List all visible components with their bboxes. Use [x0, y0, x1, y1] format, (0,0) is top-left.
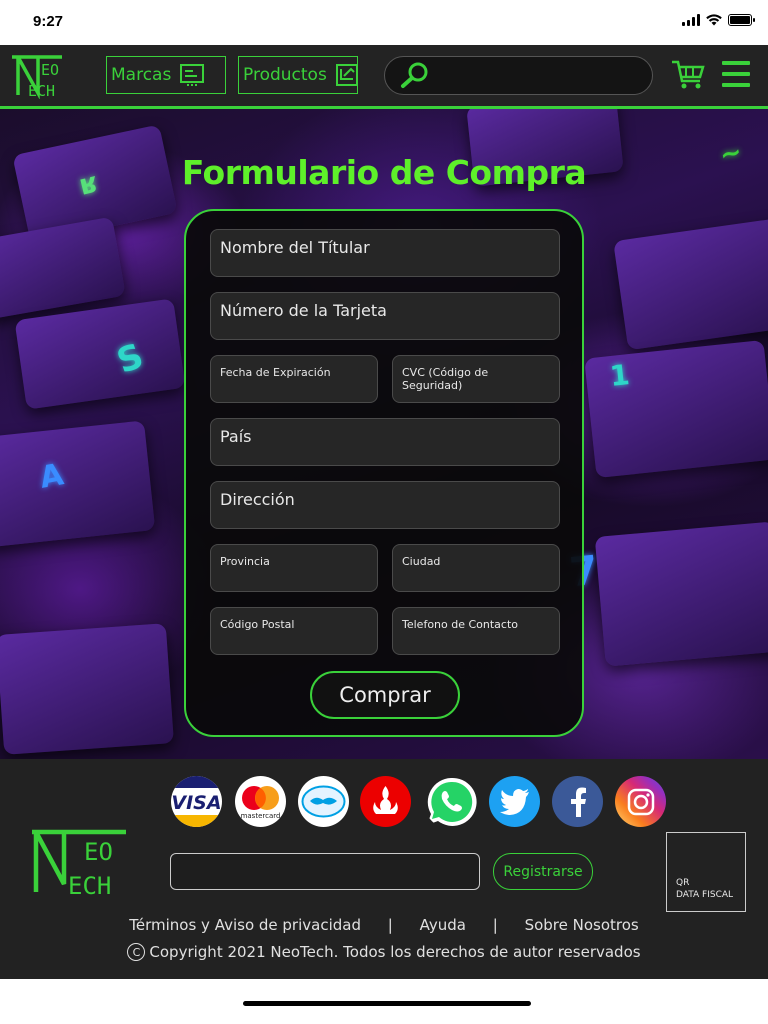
copyright-icon: C	[127, 943, 146, 961]
site-header: EO ECH Marcas Productos	[0, 45, 768, 109]
status-bar: 9:27	[0, 0, 768, 45]
background-key	[0, 623, 174, 755]
nav-productos-button[interactable]: Productos	[238, 56, 358, 94]
cardholder-name-field[interactable]: Nombre del Títular	[210, 229, 560, 277]
card-number-field[interactable]: Número de la Tarjeta	[210, 292, 560, 340]
home-indicator[interactable]	[243, 1001, 531, 1006]
site-footer: VISA mastercard EO ECH Registrarse QR DA…	[0, 759, 768, 979]
about-us-link[interactable]: Sobre Nosotros	[525, 916, 639, 934]
data-fiscal-label: DATA FISCAL	[676, 890, 734, 900]
brands-card-icon	[180, 64, 205, 86]
mastercard-text: mastercard	[241, 812, 281, 820]
logo-text-bottom: ECH	[28, 82, 55, 99]
visa-icon[interactable]: VISA	[171, 776, 222, 827]
phone-field[interactable]: Telefono de Contacto	[392, 607, 560, 655]
purchase-form: Nombre del Títular Número de la Tarjeta …	[184, 209, 584, 737]
expiration-date-field[interactable]: Fecha de Expiración	[210, 355, 378, 403]
newsletter-email-input[interactable]	[170, 853, 480, 890]
signal-icon	[682, 14, 700, 26]
santander-icon[interactable]	[360, 776, 411, 827]
background-key	[594, 521, 768, 667]
status-icons	[682, 14, 755, 26]
province-field[interactable]: Provincia	[210, 544, 378, 592]
buy-button[interactable]: Comprar	[310, 671, 460, 719]
footer-logo-text-bottom: ECH	[68, 872, 111, 898]
mercadopago-icon[interactable]	[298, 776, 349, 827]
products-box-icon	[335, 64, 358, 86]
terms-link[interactable]: Términos y Aviso de privacidad	[129, 916, 361, 934]
battery-icon	[728, 14, 755, 26]
logo-text-top: EO	[41, 61, 59, 79]
footer-links: Términos y Aviso de privacidad | Ayuda |…	[0, 916, 768, 934]
background-glyph: 1	[608, 358, 632, 393]
address-field[interactable]: Dirección	[210, 481, 560, 529]
search-bar[interactable]	[384, 56, 653, 95]
home-area	[0, 979, 768, 1024]
background-key	[613, 217, 768, 351]
copyright: C Copyright 2021 NeoTech. Todos los dere…	[0, 943, 768, 961]
visa-text: VISA	[171, 792, 221, 814]
neotech-logo[interactable]: EO ECH	[10, 53, 72, 99]
register-button[interactable]: Registrarse	[493, 853, 593, 890]
nav-productos-label: Productos	[243, 65, 327, 85]
postal-code-field[interactable]: Código Postal	[210, 607, 378, 655]
cvc-field[interactable]: CVC (Código de Seguridad)	[392, 355, 560, 403]
wifi-icon	[706, 14, 722, 26]
copyright-text: Copyright 2021 NeoTech. Todos los derech…	[149, 943, 641, 961]
background-key	[14, 298, 186, 410]
facebook-icon[interactable]	[552, 776, 603, 827]
nav-marcas-label: Marcas	[111, 65, 172, 85]
hero-section: ʁ S A 1 7 ~ Formulario de Compra Nombre …	[0, 109, 768, 759]
footer-logo-text-top: EO	[84, 838, 113, 866]
background-key	[0, 420, 156, 548]
qr-data-fiscal[interactable]: QR DATA FISCAL	[666, 832, 746, 912]
help-link[interactable]: Ayuda	[420, 916, 466, 934]
background-key	[0, 216, 126, 322]
nav-marcas-button[interactable]: Marcas	[106, 56, 226, 94]
footer-neotech-logo[interactable]: EO ECH	[30, 826, 132, 898]
country-field[interactable]: País	[210, 418, 560, 466]
search-icon[interactable]	[399, 61, 431, 89]
link-separator: |	[492, 916, 498, 934]
whatsapp-icon[interactable]	[424, 775, 478, 829]
hamburger-menu-icon[interactable]	[722, 61, 750, 87]
city-field[interactable]: Ciudad	[392, 544, 560, 592]
page-title: Formulario de Compra	[181, 153, 587, 192]
cart-icon[interactable]	[671, 59, 705, 91]
qr-label: QR	[676, 878, 690, 888]
twitter-icon[interactable]	[489, 776, 540, 827]
mastercard-icon[interactable]: mastercard	[235, 776, 286, 827]
payment-social-icons: VISA mastercard	[171, 776, 671, 828]
instagram-icon[interactable]	[615, 776, 666, 827]
status-time: 9:27	[33, 13, 64, 30]
link-separator: |	[387, 916, 393, 934]
